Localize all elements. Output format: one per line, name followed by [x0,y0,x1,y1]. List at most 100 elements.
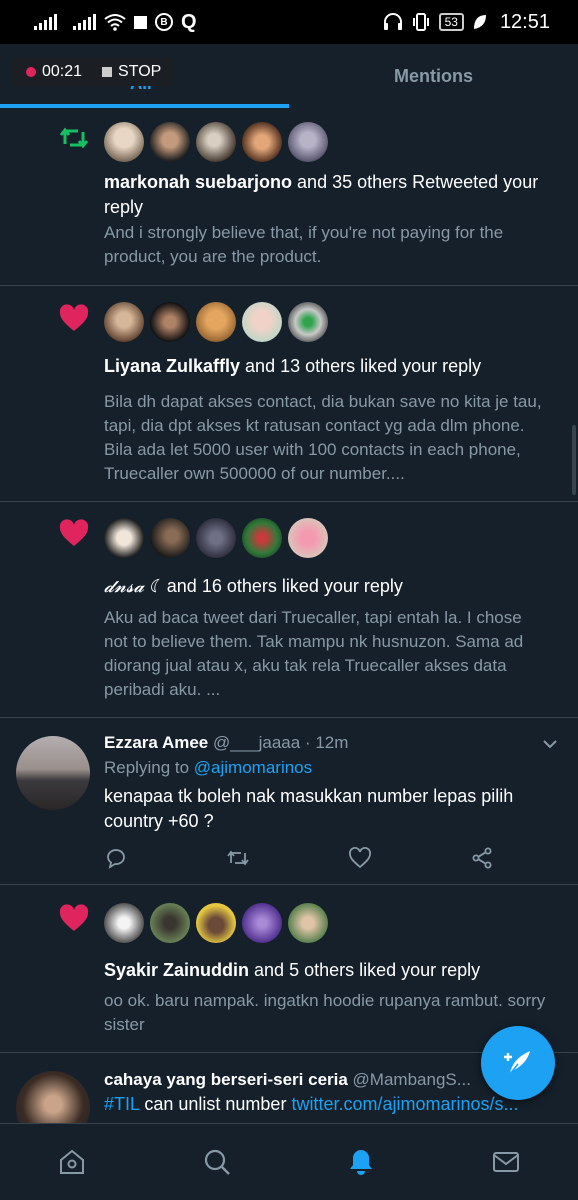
avatar[interactable] [196,122,236,162]
heart-icon [59,904,89,931]
author-handle[interactable]: @___jaaaa [213,733,300,752]
bottom-navigation [0,1123,578,1200]
b-app-icon: B [155,13,173,31]
actor-name[interactable]: Liyana Zulkaffly [104,356,240,376]
tweet-actions [104,846,494,870]
like-icon[interactable] [348,846,372,870]
heart-icon [59,519,89,546]
retweet-icon[interactable] [226,846,250,870]
avatar[interactable] [242,122,282,162]
notification-summary: Liyana Zulkaffly and 13 others liked you… [104,354,554,379]
avatar[interactable] [104,302,144,342]
search-icon[interactable] [202,1147,232,1177]
notification-summary: 𝓭𝓷𝓼𝓪 ☾ and 16 others liked your reply [104,574,554,599]
notification-item[interactable]: Syakir Zainuddin and 5 others liked your… [0,885,578,1053]
heart-icon [59,304,89,331]
stop-square-icon [102,67,113,77]
avatar[interactable] [16,1071,90,1123]
avatar[interactable] [288,122,328,162]
avatar[interactable] [104,122,144,162]
reply-icon[interactable] [104,846,128,870]
compose-tweet-icon [504,1051,530,1075]
avatar[interactable] [242,518,282,558]
compose-tweet-button[interactable] [481,1026,555,1100]
actor-avatars [104,903,328,943]
tweet-text: kenapaa tk boleh nak masukkan number lep… [104,786,514,831]
notification-item[interactable]: Liyana Zulkaffly and 13 others liked you… [0,286,578,502]
tweet-time: · 12m [300,733,349,752]
avatar[interactable] [104,903,144,943]
avatar[interactable] [150,903,190,943]
chevron-down-icon[interactable] [542,736,558,752]
avatar[interactable] [288,903,328,943]
replying-to: Replying to @ajimomarinos [104,758,312,778]
tweet-text: #TIL can unlist number twitter.com/ajimo… [104,1092,538,1117]
scrollbar[interactable] [572,425,576,495]
vibrate-icon [412,13,429,31]
signal-icon [34,14,57,30]
recording-dot-icon [26,67,36,77]
avatar[interactable] [242,903,282,943]
avatar[interactable] [196,302,236,342]
avatar[interactable] [196,903,236,943]
status-bar: B Q 53 12:51 [0,0,578,44]
notifications-icon[interactable] [346,1147,376,1177]
notification-summary: Syakir Zainuddin and 5 others liked your… [104,958,554,983]
replying-to-handle[interactable]: @ajimomarinos [194,758,312,777]
avatar[interactable] [150,122,190,162]
tweet[interactable]: Ezzara Amee @___jaaaa · 12m Replying to … [0,718,578,885]
replying-to-prefix: Replying to [104,758,194,777]
tweet-header: Ezzara Amee @___jaaaa · 12m [104,732,528,754]
notification-snippet: Aku ad baca tweet dari Truecaller, tapi … [104,608,524,699]
avatar[interactable] [150,518,190,558]
avatar[interactable] [196,518,236,558]
signal-icon-2 [73,14,96,30]
hashtag-link[interactable]: #TIL [104,1094,139,1114]
status-bar-right: 53 12:51 [383,11,550,34]
tab-bar: All 00:21 STOP Mentions [0,44,578,110]
notification-item[interactable]: 𝓭𝓷𝓼𝓪 ☾ and 16 others liked your reply Ak… [0,502,578,718]
screen-recorder-widget[interactable]: 00:21 STOP [12,58,174,86]
actor-name[interactable]: 𝓭𝓷𝓼𝓪 ☾ [104,576,162,596]
author-name[interactable]: Ezzara Amee [104,733,208,752]
recording-timer: 00:21 [42,63,83,80]
notification-action: and 13 others liked your reply [240,356,482,376]
notification-snippet: oo ok. baru nampak. ingatkn hoodie rupan… [104,991,546,1034]
avatar[interactable] [242,302,282,342]
wifi-icon [104,14,126,31]
notification-snippet: Bila dh dapat akses contact, dia bukan s… [104,392,542,483]
share-icon[interactable] [470,846,494,870]
status-bar-left: B Q [34,11,197,34]
notification-action: and 16 others liked your reply [161,576,403,596]
headset-icon [383,13,402,30]
actor-name[interactable]: Syakir Zainuddin [104,960,249,980]
url-link[interactable]: twitter.com/ajimomarinos/s... [291,1094,518,1114]
tweet-header: cahaya yang berseri-seri ceria @MambangS… [104,1069,488,1091]
actor-avatars [104,302,328,342]
home-icon[interactable] [57,1147,87,1177]
actor-avatars [104,122,328,162]
avatar[interactable] [288,518,328,558]
notification-summary: markonah suebarjono and 35 others Retwee… [104,170,554,220]
notifications-feed[interactable]: markonah suebarjono and 35 others Retwee… [0,110,578,1123]
notification-snippet: And i strongly believe that, if you're n… [104,223,504,266]
battery-indicator: 53 [438,13,464,31]
stop-recording-button[interactable]: STOP [118,63,161,81]
leaf-icon [473,15,486,29]
tab-mentions[interactable]: Mentions [289,66,578,87]
notification-item[interactable]: markonah suebarjono and 35 others Retwee… [0,110,578,286]
author-handle[interactable]: @MambangS... [348,1070,471,1089]
actor-avatars [104,518,328,558]
tweet-text-mid: can unlist number [139,1094,292,1114]
notification-action: and 5 others liked your reply [249,960,481,980]
author-name[interactable]: cahaya yang berseri-seri ceria [104,1070,348,1089]
active-tab-indicator [0,104,289,108]
messages-icon[interactable] [491,1147,521,1177]
avatar[interactable] [150,302,190,342]
avatar[interactable] [288,302,328,342]
avatar[interactable] [16,736,90,810]
actor-name[interactable]: markonah suebarjono [104,172,292,192]
notification-square-icon [134,15,147,29]
q-app-icon: Q [181,10,197,33]
avatar[interactable] [104,518,144,558]
